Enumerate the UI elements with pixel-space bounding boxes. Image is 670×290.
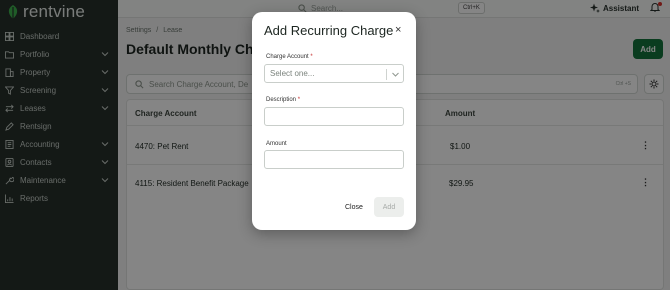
add-recurring-charge-dialog: Add Recurring Charge × Charge Account * …	[252, 12, 416, 230]
add-button[interactable]: Add	[374, 197, 404, 217]
charge-account-label-text: Charge Account	[266, 54, 309, 60]
chevron-down-icon	[392, 72, 399, 77]
dialog-title: Add Recurring Charge	[264, 23, 394, 38]
amount-field[interactable]	[264, 150, 404, 169]
close-button[interactable]: Close	[338, 198, 370, 216]
description-label: Description *	[266, 97, 300, 103]
select-divider	[386, 69, 387, 80]
description-label-text: Description	[266, 97, 297, 103]
charge-account-label: Charge Account *	[266, 54, 313, 60]
amount-label: Amount	[266, 141, 287, 147]
charge-account-select[interactable]: Select one...	[264, 64, 404, 83]
close-icon[interactable]: ×	[395, 24, 401, 36]
charge-account-placeholder: Select one...	[270, 69, 315, 78]
required-marker: *	[297, 97, 301, 103]
description-field[interactable]	[264, 107, 404, 126]
required-marker: *	[310, 54, 313, 60]
